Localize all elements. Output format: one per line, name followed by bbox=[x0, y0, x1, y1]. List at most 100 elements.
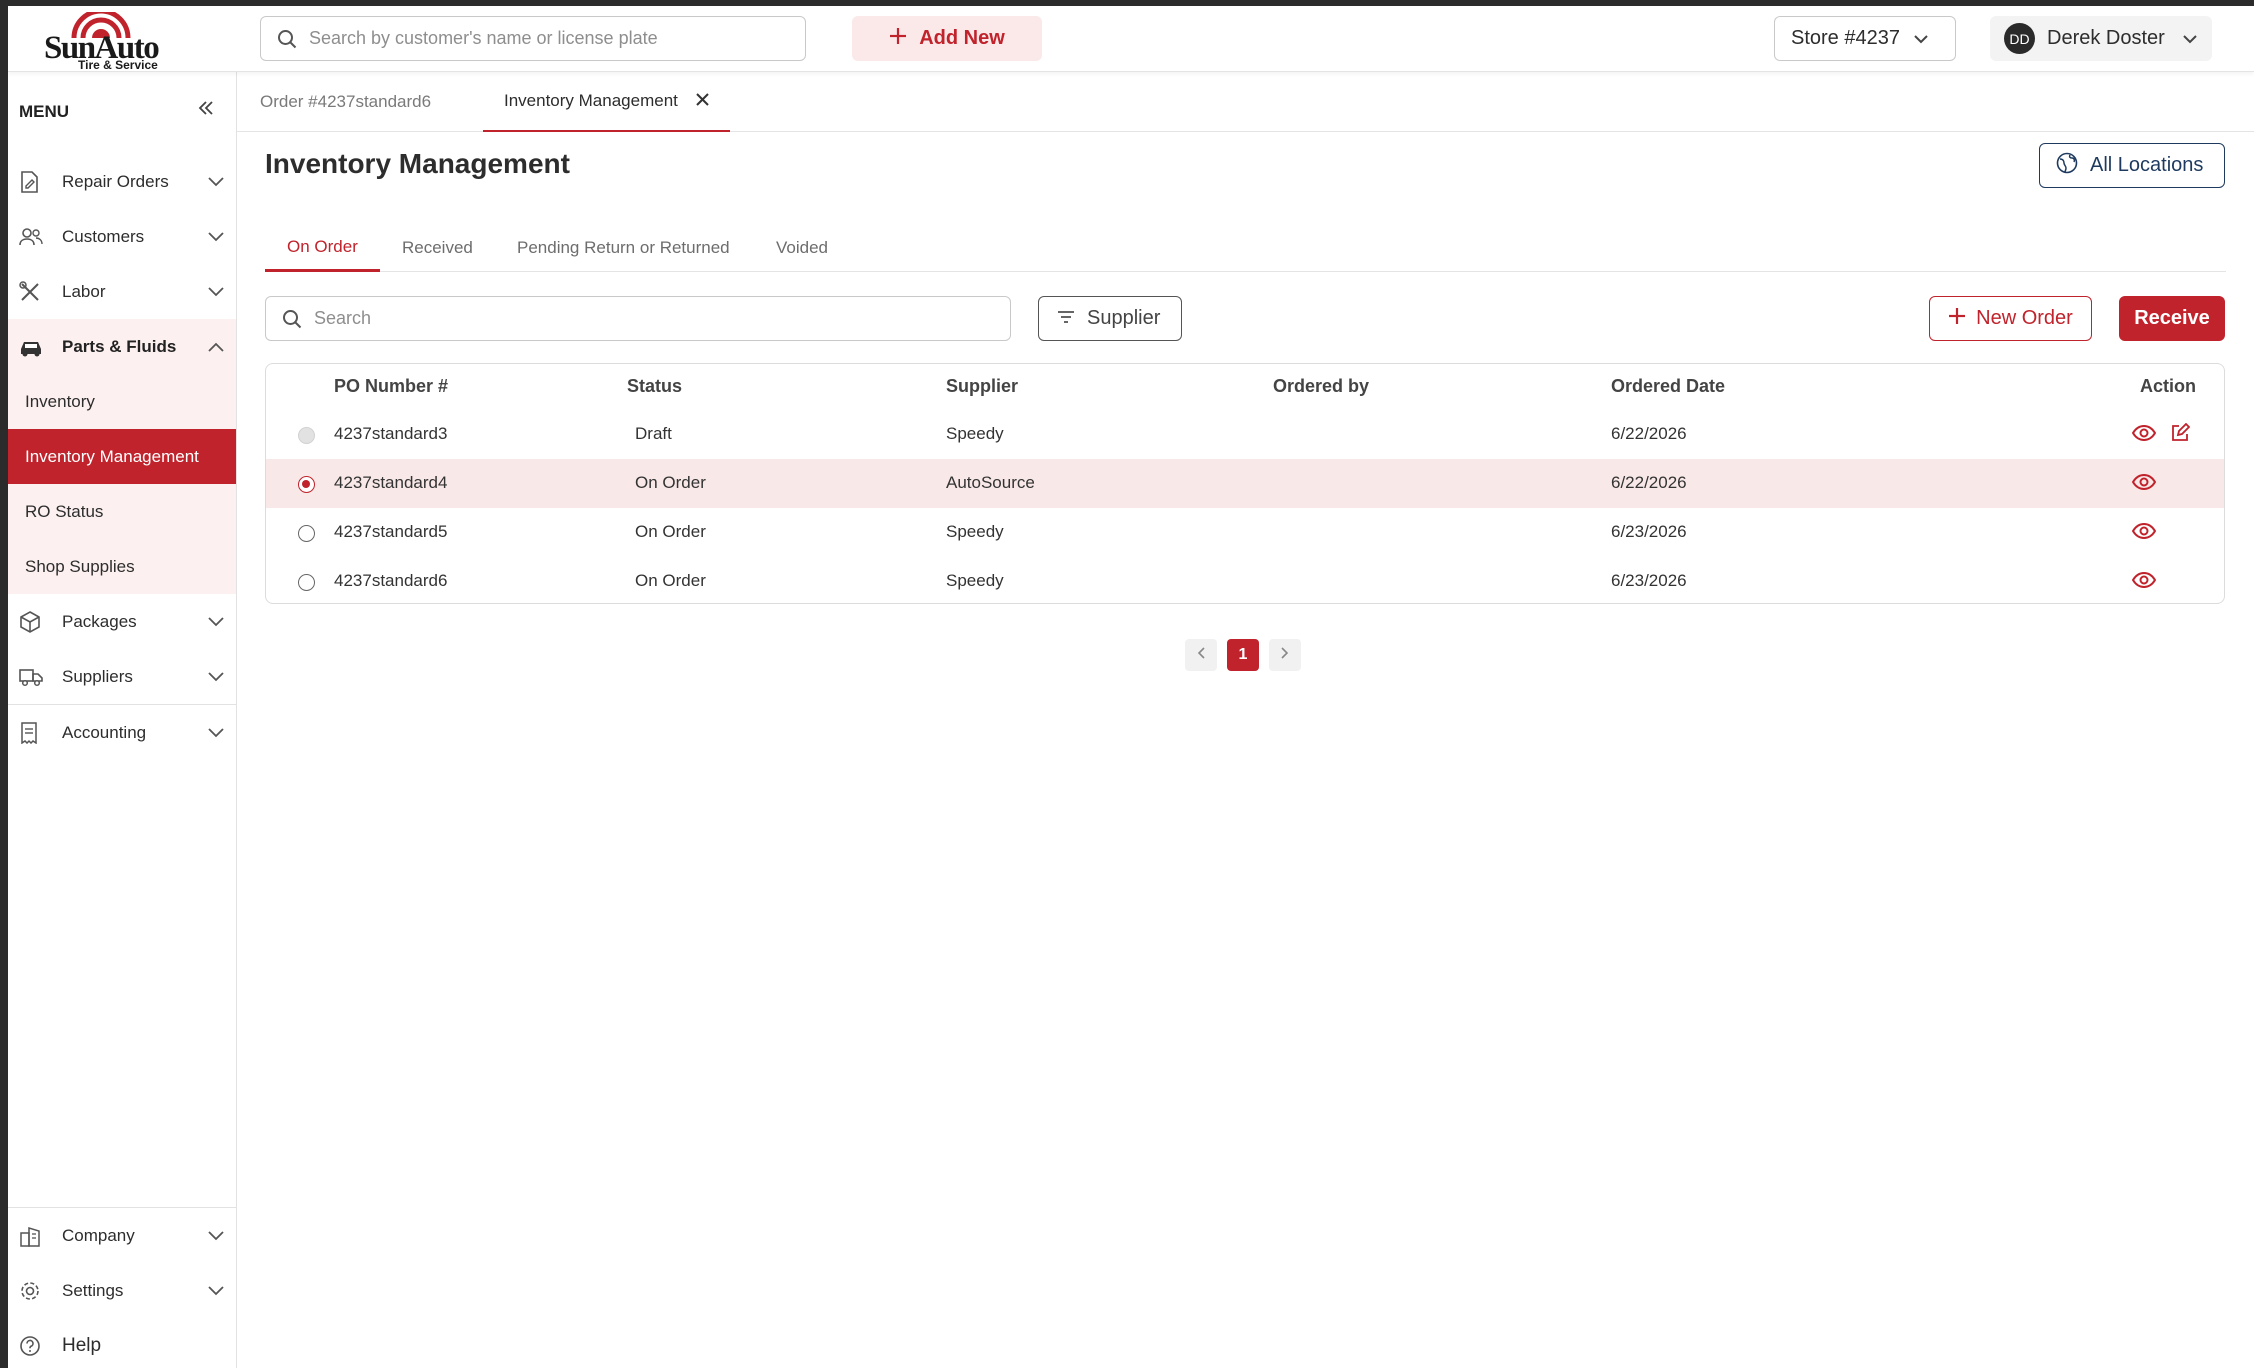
tab-label: Received bbox=[402, 238, 473, 257]
status-tabs: On Order Received Pending Return or Retu… bbox=[265, 224, 2226, 272]
sidebar-item-repair-orders[interactable]: Repair Orders bbox=[8, 154, 236, 209]
sidebar-item-settings[interactable]: Settings bbox=[8, 1263, 236, 1318]
status-cell: On Order bbox=[635, 473, 706, 492]
tools-icon bbox=[19, 280, 47, 303]
column-header-status: Status bbox=[627, 376, 683, 396]
global-search bbox=[260, 16, 806, 61]
table-row[interactable]: 4237standard5 On Order Speedy 6/23/2026 bbox=[266, 508, 2224, 557]
tab-received[interactable]: Received bbox=[380, 224, 495, 272]
main-content: Order #4237standard6 Inventory Managemen… bbox=[237, 72, 2254, 1368]
sidebar-item-labor[interactable]: Labor bbox=[8, 264, 236, 319]
sidebar-subitem-label: Inventory bbox=[25, 391, 95, 411]
collapse-sidebar-icon[interactable] bbox=[197, 99, 215, 122]
sidebar-item-company[interactable]: Company bbox=[8, 1208, 236, 1263]
chevron-down-icon bbox=[208, 227, 224, 247]
chevron-left-icon bbox=[1197, 646, 1205, 664]
receive-button[interactable]: Receive bbox=[2119, 296, 2225, 341]
plus-icon bbox=[1948, 307, 1966, 331]
add-new-label: Add New bbox=[919, 27, 1005, 49]
status-cell: On Order bbox=[635, 522, 706, 541]
truck-icon bbox=[19, 667, 47, 687]
order-search-input[interactable] bbox=[314, 297, 994, 340]
tab-pending-return[interactable]: Pending Return or Returned bbox=[495, 224, 752, 272]
user-name: Derek Doster bbox=[2047, 27, 2165, 49]
sidebar-subitem-ro-status[interactable]: RO Status bbox=[8, 484, 236, 539]
row-select-radio[interactable] bbox=[298, 476, 315, 493]
package-icon bbox=[19, 610, 47, 633]
table-header: PO Number # Status Supplier Ordered by O… bbox=[266, 364, 2224, 410]
ordered-date-cell: 6/23/2026 bbox=[1611, 571, 1687, 590]
chevron-right-icon bbox=[1281, 646, 1289, 664]
column-header-po-number: PO Number # bbox=[334, 376, 449, 396]
top-bar: SunAuto Tire & Service Add New Store #42… bbox=[8, 6, 2254, 72]
sidebar-subitem-inventory[interactable]: Inventory bbox=[8, 374, 236, 429]
supplier-filter-label: Supplier bbox=[1087, 307, 1161, 329]
global-search-input[interactable] bbox=[309, 17, 789, 60]
supplier-filter-button[interactable]: Supplier bbox=[1038, 296, 1182, 341]
store-label: Store #4237 bbox=[1791, 27, 1900, 49]
chevron-down-icon bbox=[208, 723, 224, 743]
sidebar-item-customers[interactable]: Customers bbox=[8, 209, 236, 264]
supplier-cell: Speedy bbox=[946, 424, 1004, 443]
doc-tab-order[interactable]: Order #4237standard6 bbox=[260, 72, 460, 132]
gear-icon bbox=[19, 1280, 47, 1302]
user-menu[interactable]: DD Derek Doster bbox=[1990, 16, 2212, 61]
receipt-icon bbox=[19, 721, 47, 744]
po-number-cell: 4237standard3 bbox=[334, 424, 448, 443]
chevron-down-icon bbox=[2183, 27, 2197, 50]
row-select-radio[interactable] bbox=[298, 574, 315, 591]
plus-icon bbox=[889, 27, 907, 51]
tab-voided[interactable]: Voided bbox=[754, 224, 850, 272]
tab-on-order[interactable]: On Order bbox=[265, 224, 380, 272]
all-locations-button[interactable]: All Locations bbox=[2039, 143, 2225, 188]
view-eye-icon[interactable] bbox=[2131, 521, 2157, 546]
doc-tab-inventory-management[interactable]: Inventory Management bbox=[483, 72, 730, 132]
brand-logo[interactable]: SunAuto Tire & Service bbox=[40, 10, 170, 72]
search-icon bbox=[277, 29, 297, 54]
sidebar-item-suppliers[interactable]: Suppliers bbox=[8, 649, 236, 704]
chevron-up-icon bbox=[208, 337, 224, 357]
search-icon bbox=[282, 309, 302, 334]
po-number-cell: 4237standard4 bbox=[334, 473, 448, 492]
table-row[interactable]: 4237standard4 On Order AutoSource 6/22/2… bbox=[266, 459, 2224, 508]
add-new-button[interactable]: Add New bbox=[852, 16, 1042, 61]
sidebar-item-label: Help bbox=[62, 1334, 102, 1356]
column-header-supplier: Supplier bbox=[946, 376, 1019, 396]
doc-tab-label: Inventory Management bbox=[504, 91, 678, 110]
column-header-ordered-date: Ordered Date bbox=[1611, 376, 1726, 396]
ordered-date-cell: 6/23/2026 bbox=[1611, 522, 1687, 541]
orders-table: PO Number # Status Supplier Ordered by O… bbox=[265, 363, 2225, 604]
column-header-ordered-by: Ordered by bbox=[1273, 376, 1370, 396]
table-row[interactable]: 4237standard6 On Order Speedy 6/23/2026 bbox=[266, 557, 2224, 603]
sidebar-item-accounting[interactable]: Accounting bbox=[8, 705, 236, 760]
sidebar-subitem-shop-supplies[interactable]: Shop Supplies bbox=[8, 539, 236, 594]
view-eye-icon[interactable] bbox=[2131, 472, 2157, 497]
sidebar-item-packages[interactable]: Packages bbox=[8, 594, 236, 649]
row-select-radio[interactable] bbox=[298, 525, 315, 542]
tab-label: Pending Return or Returned bbox=[517, 238, 730, 257]
previous-page-button[interactable] bbox=[1185, 639, 1217, 671]
status-cell: On Order bbox=[635, 571, 706, 590]
repair-order-icon bbox=[19, 170, 47, 193]
chevron-down-icon bbox=[208, 282, 224, 302]
chevron-down-icon bbox=[1914, 27, 1928, 50]
page-number-button[interactable]: 1 bbox=[1227, 639, 1259, 671]
filter-icon bbox=[1057, 307, 1075, 330]
next-page-button[interactable] bbox=[1269, 639, 1301, 671]
row-select-radio bbox=[298, 427, 315, 444]
sidebar-item-help[interactable]: Help bbox=[8, 1318, 236, 1368]
edit-icon[interactable] bbox=[2170, 422, 2191, 448]
sidebar-item-parts-fluids[interactable]: Parts & Fluids bbox=[8, 319, 236, 374]
view-eye-icon[interactable] bbox=[2131, 423, 2157, 448]
document-tabs: Order #4237standard6 Inventory Managemen… bbox=[237, 72, 2254, 132]
help-icon bbox=[19, 1335, 47, 1357]
table-row[interactable]: 4237standard3 Draft Speedy 6/22/2026 bbox=[266, 410, 2224, 459]
new-order-button[interactable]: New Order bbox=[1929, 296, 2092, 341]
sidebar-subitem-inventory-management[interactable]: Inventory Management bbox=[8, 429, 236, 484]
tab-label: Voided bbox=[776, 238, 828, 257]
view-eye-icon[interactable] bbox=[2131, 570, 2157, 595]
store-selector[interactable]: Store #4237 bbox=[1774, 16, 1956, 61]
doc-tab-label: Order #4237standard6 bbox=[260, 92, 432, 111]
brand-tagline: Tire & Service bbox=[78, 58, 158, 72]
close-icon[interactable] bbox=[696, 91, 709, 111]
